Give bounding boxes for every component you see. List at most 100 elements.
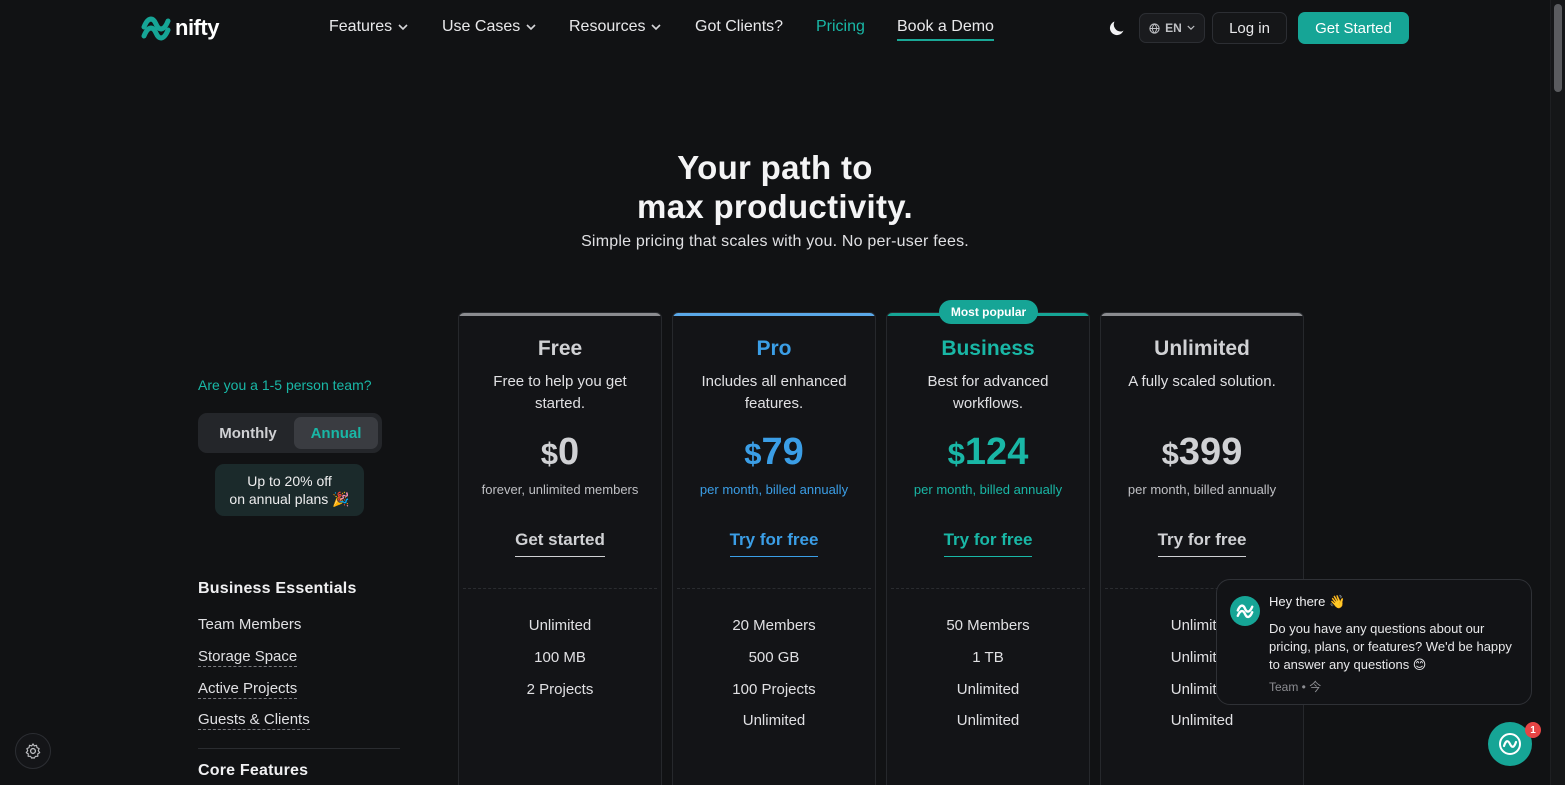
- plan-card-pro: Pro Includes all enhanced features. $79 …: [672, 312, 876, 785]
- price-amount: 0: [558, 431, 580, 473]
- plan-feature-value: 2 Projects: [526, 681, 594, 698]
- plan-cta-button[interactable]: Try for free: [887, 530, 1089, 557]
- plan-cta-label: Try for free: [729, 530, 819, 557]
- billing-toggle[interactable]: Monthly Annual: [198, 413, 382, 453]
- language-label: EN: [1165, 21, 1182, 35]
- theme-toggle-button[interactable]: [1107, 18, 1127, 38]
- chat-avatar: [1230, 596, 1260, 626]
- scrollbar-thumb[interactable]: [1554, 4, 1562, 92]
- plan-feature-value: 100 Projects: [732, 681, 816, 698]
- plan-feature-value: 500 GB: [748, 649, 800, 666]
- card-divider: [463, 588, 657, 589]
- card-accent-bar: [1101, 313, 1303, 316]
- small-team-link[interactable]: Are you a 1-5 person team?: [198, 377, 372, 393]
- moon-icon: [1109, 21, 1124, 36]
- plan-price: $0: [459, 431, 661, 474]
- feature-label: Storage Space: [198, 648, 298, 667]
- nav-got-clients[interactable]: Got Clients?: [695, 18, 783, 36]
- plan-name: Free: [537, 337, 583, 360]
- plan-name: Pro: [756, 337, 792, 360]
- nav-book-demo[interactable]: Book a Demo: [897, 18, 994, 41]
- nav-resources-label: Resources: [569, 18, 646, 35]
- plan-card-business: Business Best for advanced workflows. $1…: [886, 312, 1090, 785]
- card-divider: [891, 588, 1085, 589]
- nav-features[interactable]: Features: [329, 18, 408, 36]
- plan-cta-label: Try for free: [943, 530, 1033, 557]
- language-selector[interactable]: EN: [1139, 13, 1205, 43]
- discount-line-2: on annual plans 🎉: [229, 491, 350, 507]
- plan-feature-value: 1 TB: [972, 649, 1004, 666]
- scrollbar[interactable]: [1550, 0, 1565, 785]
- plan-cta-label: Get started: [515, 530, 605, 557]
- plan-feature-value: Unlimited: [1170, 712, 1234, 729]
- billing-annual-option[interactable]: Annual: [294, 417, 378, 449]
- price-amount: 79: [761, 431, 804, 473]
- nav-use-cases-label: Use Cases: [442, 18, 521, 35]
- plan-cta-label: Try for free: [1157, 530, 1247, 557]
- billing-monthly-option[interactable]: Monthly: [202, 417, 294, 449]
- title-line-2: max productivity.: [637, 188, 913, 225]
- unread-count-badge: 1: [1525, 722, 1541, 738]
- settings-button[interactable]: [15, 733, 51, 769]
- login-button[interactable]: Log in: [1212, 12, 1287, 44]
- plan-card-unlimited: Unlimited A fully scaled solution. $399 …: [1100, 312, 1304, 785]
- plan-feature-value: Unlimited: [956, 681, 1020, 698]
- chat-greeting: Hey there 👋: [1269, 594, 1346, 609]
- plan-period: per month, billed annually: [1127, 482, 1277, 497]
- chevron-down-icon: [1187, 25, 1195, 31]
- plan-feature-value: Unlimited: [742, 712, 806, 729]
- plan-description: A fully scaled solution.: [1128, 373, 1276, 390]
- gear-icon: [25, 743, 41, 759]
- chat-message: Do you have any questions about our pric…: [1269, 621, 1512, 672]
- page-title: Your path to max productivity.: [0, 148, 1550, 226]
- feature-label: Team Members: [198, 616, 302, 633]
- plan-description: Free to help you get started.: [493, 373, 627, 412]
- plan-cta-button[interactable]: Try for free: [673, 530, 875, 557]
- chat-popup[interactable]: Hey there 👋 Do you have any questions ab…: [1216, 579, 1532, 705]
- plan-feature-value: 20 Members: [732, 617, 816, 634]
- chat-meta: Team • 今: [1269, 680, 1322, 694]
- globe-icon: [1149, 22, 1160, 34]
- most-popular-badge: Most popular: [939, 300, 1038, 324]
- section-business-essentials: Business Essentials: [198, 580, 357, 597]
- chat-icon: [1499, 733, 1521, 755]
- nav-use-cases[interactable]: Use Cases: [442, 18, 536, 36]
- title-line-1: Your path to: [677, 149, 873, 186]
- divider: [198, 748, 400, 749]
- logo[interactable]: nifty: [141, 13, 219, 43]
- card-accent-bar: [459, 313, 661, 316]
- brand-name: nifty: [175, 15, 219, 40]
- nav-pricing[interactable]: Pricing: [816, 18, 865, 36]
- card-accent-bar: [673, 313, 875, 316]
- annual-discount-badge: Up to 20% off on annual plans 🎉: [215, 464, 364, 516]
- chevron-down-icon: [398, 22, 408, 34]
- price-amount: 399: [1178, 431, 1243, 473]
- plan-description: Best for advanced workflows.: [927, 373, 1049, 412]
- nifty-logo-icon: [1236, 604, 1254, 619]
- currency-symbol: $: [540, 436, 559, 471]
- section-core-features: Core Features: [198, 762, 309, 779]
- nav-features-label: Features: [329, 18, 393, 35]
- nav-resources[interactable]: Resources: [569, 18, 662, 36]
- currency-symbol: $: [744, 436, 762, 471]
- plan-period: per month, billed annually: [913, 482, 1063, 497]
- feature-storage-space[interactable]: Storage Space: [198, 648, 298, 667]
- get-started-button[interactable]: Get Started: [1298, 12, 1409, 44]
- plan-feature-value: 50 Members: [946, 617, 1030, 634]
- plan-cta-button[interactable]: Try for free: [1101, 530, 1303, 557]
- plan-description: Includes all enhanced features.: [701, 373, 847, 412]
- feature-team-members: Team Members: [198, 616, 301, 633]
- plan-price: $79: [673, 431, 875, 474]
- plan-cta-button[interactable]: Get started: [459, 530, 661, 557]
- feature-guests-clients[interactable]: Guests & Clients: [198, 711, 310, 730]
- plan-price: $124: [887, 431, 1089, 474]
- plan-card-free: Free Free to help you get started. $0 fo…: [458, 312, 662, 785]
- discount-line-1: Up to 20% off: [247, 473, 332, 489]
- feature-label: Guests & Clients: [198, 711, 310, 730]
- nifty-logo-icon: [141, 16, 171, 41]
- plan-period: per month, billed annually: [699, 482, 849, 497]
- feature-active-projects[interactable]: Active Projects: [198, 680, 298, 699]
- plan-name: Unlimited: [1154, 337, 1250, 360]
- page-subtitle: Simple pricing that scales with you. No …: [581, 233, 969, 250]
- card-divider: [677, 588, 871, 589]
